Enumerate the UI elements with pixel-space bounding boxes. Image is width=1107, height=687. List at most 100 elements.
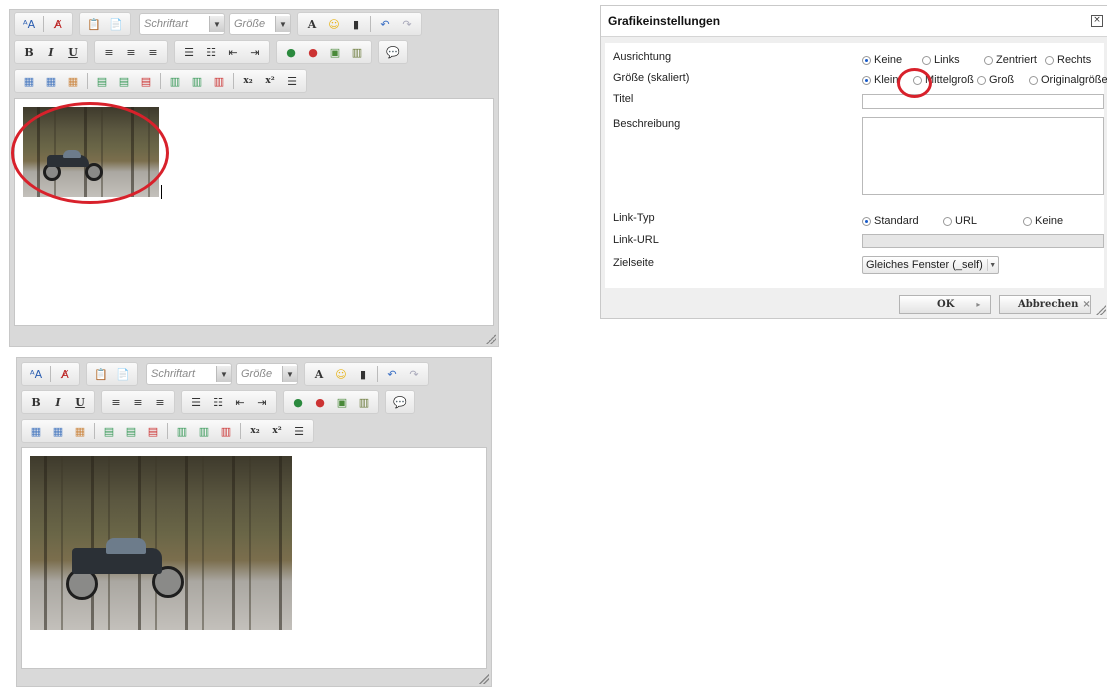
font-family-select[interactable]: Schriftart ▼: [146, 363, 232, 385]
unordered-list-icon[interactable]: ☷: [209, 393, 227, 411]
delete-col-icon[interactable]: ▥: [217, 422, 235, 440]
font-family-select[interactable]: Schriftart ▼: [139, 13, 225, 35]
font-size-select[interactable]: Größe ▼: [229, 13, 291, 35]
smiley-icon[interactable]: ☺: [332, 365, 350, 383]
radio-alignment-right[interactable]: Rechts: [1045, 54, 1091, 66]
underline-button[interactable]: U: [71, 393, 89, 411]
row-after-icon[interactable]: ▤: [115, 72, 133, 90]
radio-alignment-center[interactable]: Zentriert: [984, 54, 1037, 66]
row-after-icon[interactable]: ▤: [122, 422, 140, 440]
redo-icon[interactable]: ↷: [398, 15, 416, 33]
resize-grip-icon[interactable]: [479, 674, 489, 684]
remove-format-icon[interactable]: A̸: [56, 365, 74, 383]
link-icon[interactable]: ●: [289, 393, 307, 411]
close-icon[interactable]: ×: [1091, 15, 1103, 27]
radio-link-none[interactable]: Keine: [1023, 215, 1063, 227]
radio-link-url[interactable]: URL: [943, 215, 977, 227]
table-icon[interactable]: ▦: [27, 422, 45, 440]
col-before-icon[interactable]: ▥: [173, 422, 191, 440]
redo-icon[interactable]: ↷: [405, 365, 423, 383]
undo-icon[interactable]: ↶: [383, 365, 401, 383]
motorcycle-image-large[interactable]: [30, 456, 292, 630]
align-right-icon[interactable]: ≡: [144, 43, 162, 61]
image-icon[interactable]: ▣: [333, 393, 351, 411]
underline-button[interactable]: U: [64, 43, 82, 61]
media-icon[interactable]: ▮: [354, 365, 372, 383]
smiley-icon[interactable]: ☺: [325, 15, 343, 33]
paste-icon[interactable]: 📋: [92, 365, 110, 383]
undo-icon[interactable]: ↶: [376, 15, 394, 33]
indent-icon[interactable]: ⇥: [246, 43, 264, 61]
font-size-icon[interactable]: ᴬA: [20, 15, 38, 33]
radio-alignment-left[interactable]: Links: [922, 54, 960, 66]
ordered-list-icon[interactable]: ☰: [187, 393, 205, 411]
row-before-icon[interactable]: ▤: [100, 422, 118, 440]
col-after-icon[interactable]: ▥: [195, 422, 213, 440]
subscript-button[interactable]: x₂: [246, 422, 264, 440]
table-props-icon[interactable]: ▦: [49, 422, 67, 440]
bold-button[interactable]: B: [27, 393, 45, 411]
col-before-icon[interactable]: ▥: [166, 72, 184, 90]
description-textarea[interactable]: [862, 117, 1104, 195]
comment-icon[interactable]: 💬: [384, 43, 402, 61]
col-after-icon[interactable]: ▥: [188, 72, 206, 90]
row-before-icon[interactable]: ▤: [93, 72, 111, 90]
film-icon[interactable]: ▥: [355, 393, 373, 411]
link-url-input[interactable]: [862, 234, 1104, 248]
indent-icon[interactable]: ⇥: [253, 393, 271, 411]
align-center-icon[interactable]: ≡: [129, 393, 147, 411]
radio-alignment-none[interactable]: Keine: [862, 54, 902, 66]
italic-button[interactable]: I: [42, 43, 60, 61]
unlink-icon[interactable]: ●: [304, 43, 322, 61]
paste-icon[interactable]: 📋: [85, 15, 103, 33]
italic-button[interactable]: I: [49, 393, 67, 411]
subscript-button[interactable]: x₂: [239, 72, 257, 90]
ok-button[interactable]: OK ▸: [899, 295, 991, 314]
align-right-icon[interactable]: ≡: [151, 393, 169, 411]
font-color-icon[interactable]: A: [303, 15, 321, 33]
film-icon[interactable]: ▥: [348, 43, 366, 61]
superscript-button[interactable]: x²: [261, 72, 279, 90]
target-select[interactable]: Gleiches Fenster (_self) ▼: [862, 256, 999, 274]
media-icon[interactable]: ▮: [347, 15, 365, 33]
cell-props-icon[interactable]: ▦: [64, 72, 82, 90]
cancel-button[interactable]: Abbrechen ×: [999, 295, 1091, 314]
outdent-icon[interactable]: ⇤: [231, 393, 249, 411]
delete-col-icon[interactable]: ▥: [210, 72, 228, 90]
table-props-icon[interactable]: ▦: [42, 72, 60, 90]
horizontal-rule-icon[interactable]: ☰: [290, 422, 308, 440]
link-icon[interactable]: ●: [282, 43, 300, 61]
title-input[interactable]: [862, 94, 1104, 109]
separator: [233, 73, 234, 89]
font-size-icon[interactable]: ᴬA: [27, 365, 45, 383]
superscript-button[interactable]: x²: [268, 422, 286, 440]
unlink-icon[interactable]: ●: [311, 393, 329, 411]
font-color-icon[interactable]: A: [310, 365, 328, 383]
comment-icon[interactable]: 💬: [391, 393, 409, 411]
horizontal-rule-icon[interactable]: ☰: [283, 72, 301, 90]
unordered-list-icon[interactable]: ☷: [202, 43, 220, 61]
align-center-icon[interactable]: ≡: [122, 43, 140, 61]
resize-grip-icon[interactable]: [1096, 305, 1106, 315]
paste-word-icon[interactable]: 📄: [107, 15, 125, 33]
remove-format-icon[interactable]: A̸: [49, 15, 67, 33]
cell-props-icon[interactable]: ▦: [71, 422, 89, 440]
radio-size-small[interactable]: Klein: [862, 74, 898, 86]
image-icon[interactable]: ▣: [326, 43, 344, 61]
font-size-select[interactable]: Größe ▼: [236, 363, 298, 385]
delete-row-icon[interactable]: ▤: [137, 72, 155, 90]
outdent-icon[interactable]: ⇤: [224, 43, 242, 61]
radio-size-original[interactable]: Originalgröße: [1029, 74, 1107, 86]
resize-grip-icon[interactable]: [486, 334, 496, 344]
align-left-icon[interactable]: ≡: [100, 43, 118, 61]
format-group: ᴬA A̸: [14, 12, 73, 36]
ordered-list-icon[interactable]: ☰: [180, 43, 198, 61]
bold-button[interactable]: B: [20, 43, 38, 61]
delete-row-icon[interactable]: ▤: [144, 422, 162, 440]
align-left-icon[interactable]: ≡: [107, 393, 125, 411]
radio-size-large[interactable]: Groß: [977, 74, 1014, 86]
table-icon[interactable]: ▦: [20, 72, 38, 90]
paste-word-icon[interactable]: 📄: [114, 365, 132, 383]
editor-content-area[interactable]: [21, 447, 487, 669]
radio-link-standard[interactable]: Standard: [862, 215, 919, 227]
